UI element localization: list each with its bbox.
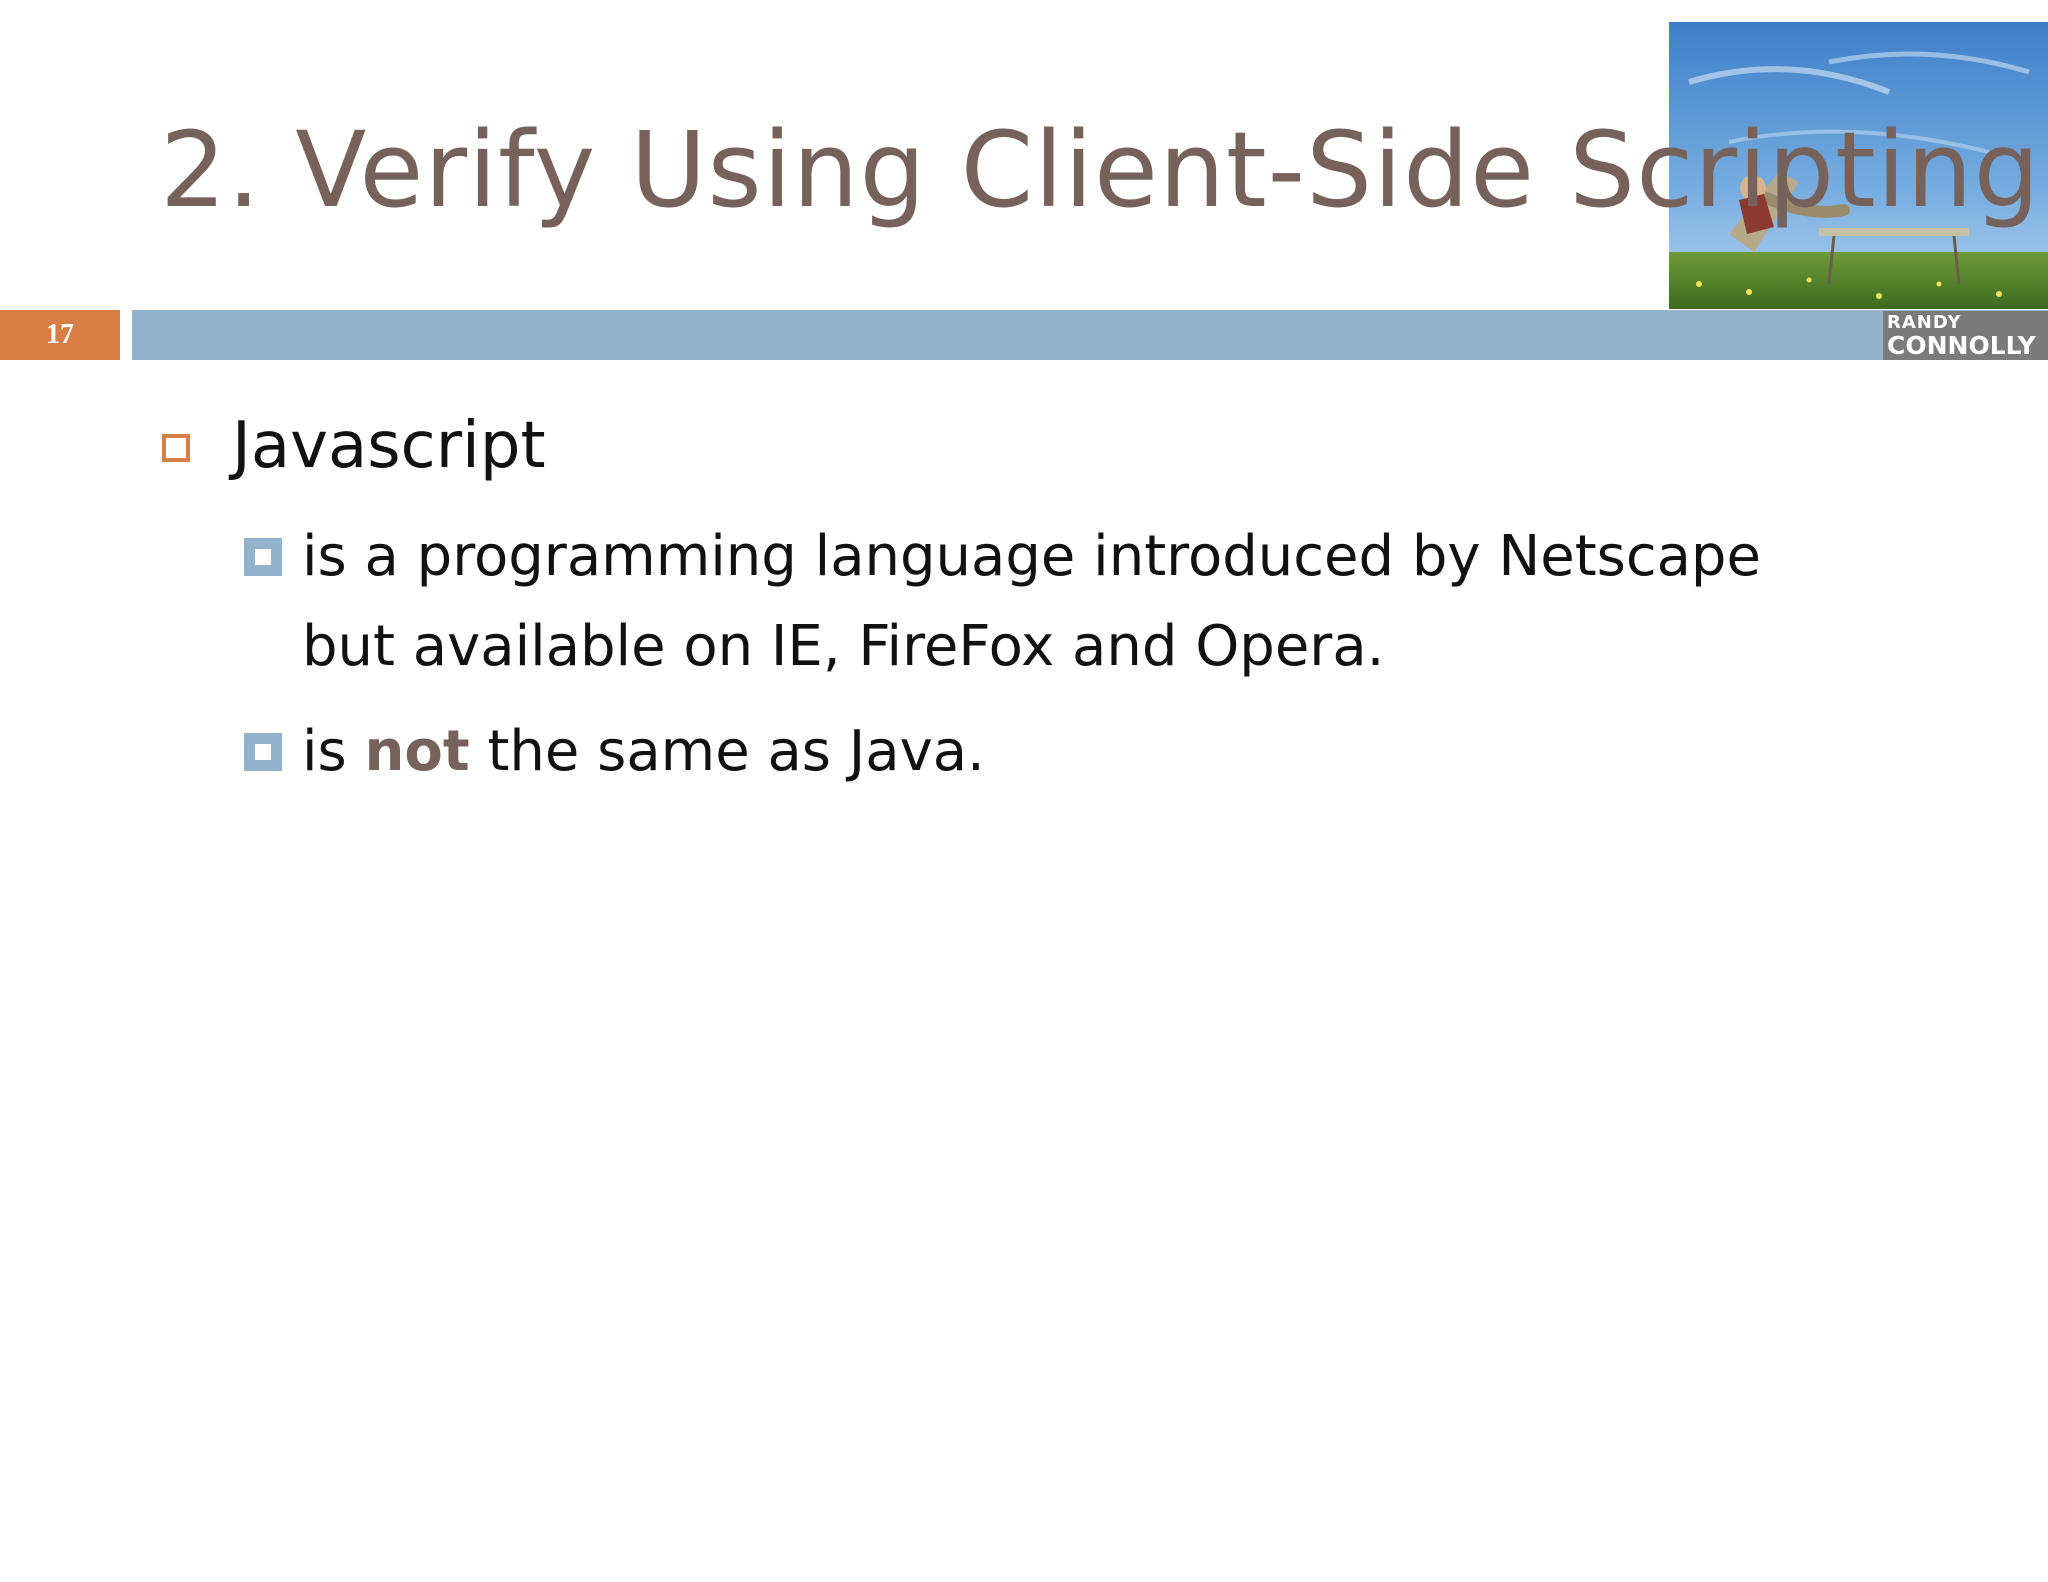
bullet-javascript: Javascript xyxy=(232,409,546,483)
sub-bullet-not-java: is not the same as Java. xyxy=(302,707,1862,797)
sub-bullet-description: is a programming language introduced by … xyxy=(302,524,1761,679)
emphasis-not: not xyxy=(364,719,470,784)
blue-square-bullet-icon xyxy=(244,538,282,576)
sub-bullet-text-before: is xyxy=(302,719,365,784)
logo-last-name: CONNOLLY xyxy=(1887,331,2036,360)
hollow-square-bullet-icon xyxy=(162,434,190,462)
logo-first-name: RANDY xyxy=(1887,312,1962,333)
slide-title: 2. Verify Using Client-Side Scripting xyxy=(160,109,2041,231)
header-rule-bar xyxy=(132,310,2048,360)
blue-square-bullet-icon xyxy=(244,733,282,771)
slide: 2. Verify Using Client-Side Scripting 17… xyxy=(0,0,2048,1582)
author-logo: RANDY CONNOLLY xyxy=(1883,311,2048,360)
page-number-badge: 17 xyxy=(0,310,120,360)
sub-bullet-text-after: the same as Java. xyxy=(469,719,985,784)
